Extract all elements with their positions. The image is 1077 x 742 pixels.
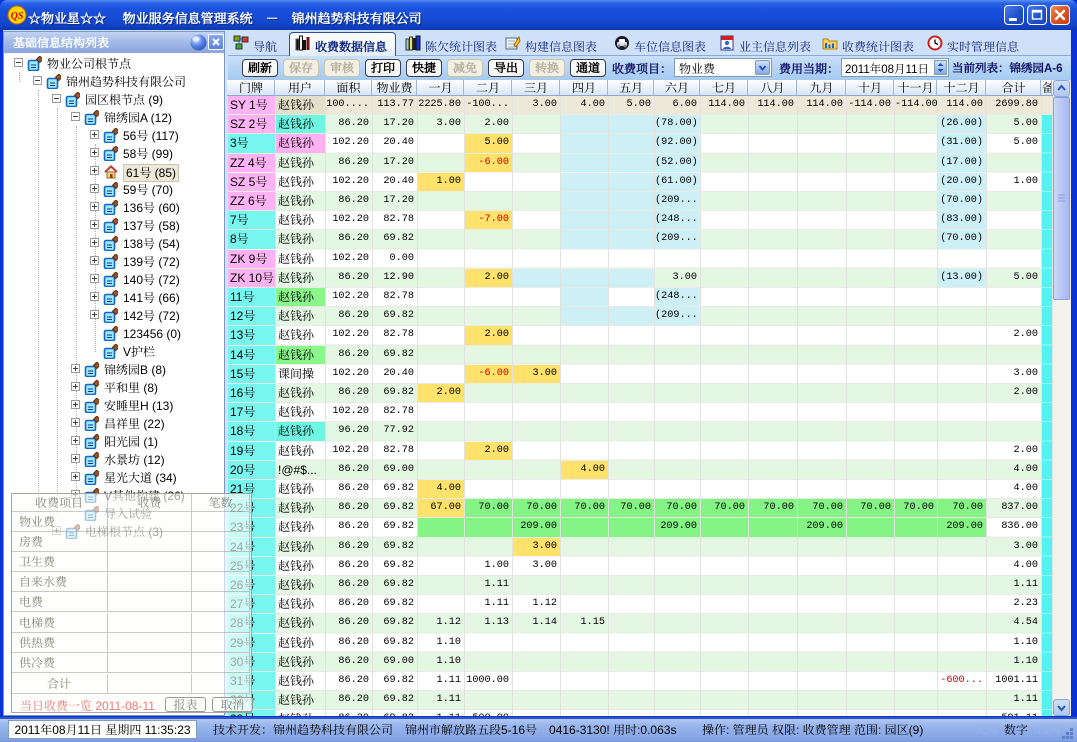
svg-text:QS: QS (11, 11, 24, 22)
